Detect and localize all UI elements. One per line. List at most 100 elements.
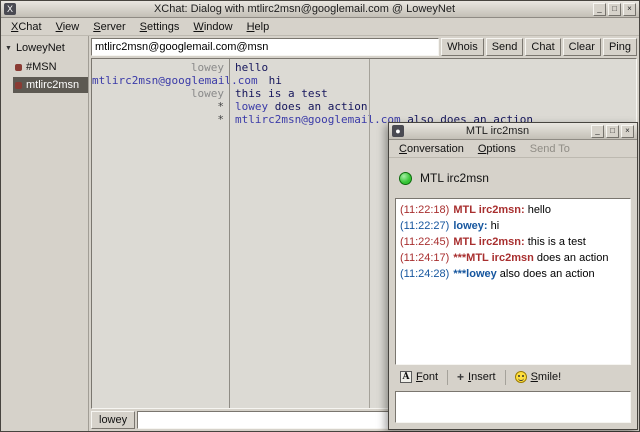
tree-network-loweynet[interactable]: ▼ LoweyNet	[1, 40, 88, 57]
im-nick: ***lowey	[453, 268, 496, 280]
menu-settings[interactable]: Settings	[133, 19, 187, 35]
chat-pane-divider	[369, 59, 370, 408]
nick-column-divider	[229, 59, 230, 408]
font-button-label: Font	[416, 371, 438, 383]
maximize-button[interactable]: □	[608, 3, 621, 16]
clear-button[interactable]: Clear	[563, 38, 601, 56]
contact-name: MTL irc2msn	[420, 171, 489, 185]
im-nick: ***MTL irc2msn	[453, 252, 534, 264]
chat-text: lowey does an action	[229, 100, 367, 113]
im-nick: MTL irc2msn:	[453, 236, 524, 248]
insert-icon: +	[457, 371, 464, 383]
im-text: also does an action	[497, 268, 595, 280]
xchat-titlebar[interactable]: X XChat: Dialog with mtlirc2msn@googlema…	[1, 1, 639, 18]
screen: X XChat: Dialog with mtlirc2msn@googlema…	[0, 0, 640, 432]
timestamp: (11:24:17)	[400, 252, 449, 264]
chat-button[interactable]: Chat	[525, 38, 560, 56]
toolbar-separator	[505, 370, 506, 385]
menu-xchat[interactable]: XChat	[4, 19, 49, 35]
im-toolbar: A Font + Insert Smile!	[389, 365, 637, 389]
chat-nick: mtlirc2msn@googlemail.com	[92, 74, 263, 87]
smile-button[interactable]: Smile!	[510, 369, 567, 385]
network-label: LoweyNet	[16, 42, 65, 54]
minimize-button[interactable]: _	[593, 3, 606, 16]
xchat-menubar: XChat View Server Settings Window Help	[1, 18, 639, 36]
channel-icon	[15, 82, 22, 89]
menu-conversation[interactable]: Conversation	[392, 141, 471, 157]
contact-info-row: MTL irc2msn	[389, 158, 637, 198]
im-input[interactable]	[395, 391, 631, 423]
menu-server[interactable]: Server	[86, 19, 132, 35]
im-titlebar[interactable]: ● MTL irc2msn _ □ ×	[389, 123, 637, 140]
im-message-row: (11:22:18) MTL irc2msn: hello	[400, 202, 626, 218]
channel-label: #MSN	[26, 61, 57, 73]
ping-button[interactable]: Ping	[603, 38, 637, 56]
xchat-app-icon: X	[4, 3, 16, 15]
chat-nick: *	[92, 100, 229, 113]
chat-message-row: * lowey does an action	[92, 100, 636, 113]
chat-action-actor: mtlirc2msn@googlemail.com	[235, 113, 407, 126]
timestamp: (11:22:45)	[400, 236, 449, 248]
im-message-row: (11:24:28) ***lowey also does an action	[400, 266, 626, 282]
im-nick: MTL irc2msn:	[453, 204, 524, 216]
menu-options[interactable]: Options	[471, 141, 523, 157]
menu-send-to: Send To	[523, 141, 577, 157]
insert-button[interactable]: + Insert	[452, 369, 501, 385]
chat-action-actor: lowey	[235, 100, 275, 113]
chat-message-row: lowey this is a test	[92, 87, 636, 100]
whois-button[interactable]: Whois	[441, 38, 484, 56]
nick-button[interactable]: lowey	[91, 411, 135, 429]
timestamp: (11:24:28)	[400, 268, 449, 280]
chat-nick: lowey	[92, 87, 229, 100]
timestamp: (11:22:27)	[400, 220, 449, 232]
im-window-title: MTL irc2msn	[406, 125, 589, 137]
expander-icon[interactable]: ▼	[5, 45, 12, 52]
toolbar-separator	[447, 370, 448, 385]
tree-item-mtlirc2msn[interactable]: mtlirc2msn	[13, 77, 88, 93]
im-window: ● MTL irc2msn _ □ × Conversation Options…	[388, 122, 638, 430]
status-available-icon	[399, 172, 412, 185]
im-nick: lowey:	[453, 220, 487, 232]
insert-button-label: Insert	[468, 371, 496, 383]
chat-text: hello	[229, 61, 268, 74]
channel-icon	[15, 64, 22, 71]
im-message-log: (11:22:18) MTL irc2msn: hello (11:22:27) l…	[395, 198, 631, 365]
topic-input[interactable]	[91, 38, 439, 56]
tree-item-msn[interactable]: #MSN	[13, 59, 88, 75]
chat-message-text: hello	[235, 61, 268, 74]
xchat-window-title: XChat: Dialog with mtlirc2msn@googlemail…	[18, 3, 591, 15]
maximize-button[interactable]: □	[606, 125, 619, 138]
im-text: does an action	[534, 252, 609, 264]
chat-message-row: lowey hello	[92, 61, 636, 74]
im-menubar: Conversation Options Send To	[389, 140, 637, 158]
channel-label: mtlirc2msn	[26, 79, 79, 91]
chat-message-text: hi	[269, 74, 282, 87]
chat-text: hi	[263, 74, 282, 87]
chat-nick: lowey	[92, 61, 229, 74]
timestamp: (11:22:18)	[400, 204, 449, 216]
im-message-row: (11:24:17) ***MTL irc2msn does an action	[400, 250, 626, 266]
chat-message-text: this is a test	[235, 87, 328, 100]
menu-view[interactable]: View	[49, 19, 87, 35]
menu-window[interactable]: Window	[186, 19, 239, 35]
close-button[interactable]: ×	[623, 3, 636, 16]
im-message-row: (11:22:27) lowey: hi	[400, 218, 626, 234]
close-button[interactable]: ×	[621, 125, 634, 138]
server-tree: ▼ LoweyNet #MSN mtlirc2msn	[1, 36, 89, 431]
im-text: hello	[525, 204, 551, 216]
im-message-row: (11:22:45) MTL irc2msn: this is a test	[400, 234, 626, 250]
im-text: this is a test	[525, 236, 586, 248]
im-app-icon: ●	[392, 125, 404, 137]
smiley-icon	[515, 371, 527, 383]
minimize-button[interactable]: _	[591, 125, 604, 138]
font-icon: A	[400, 371, 412, 383]
im-text: hi	[488, 220, 500, 232]
chat-text: this is a test	[229, 87, 328, 100]
chat-message-row: mtlirc2msn@googlemail.com hi	[92, 74, 636, 87]
smile-button-label: Smile!	[531, 371, 562, 383]
menu-help[interactable]: Help	[240, 19, 277, 35]
chat-nick: *	[92, 113, 229, 126]
send-button[interactable]: Send	[486, 38, 524, 56]
topic-row: Whois Send Chat Clear Ping	[89, 36, 639, 58]
font-button[interactable]: A Font	[395, 369, 443, 385]
